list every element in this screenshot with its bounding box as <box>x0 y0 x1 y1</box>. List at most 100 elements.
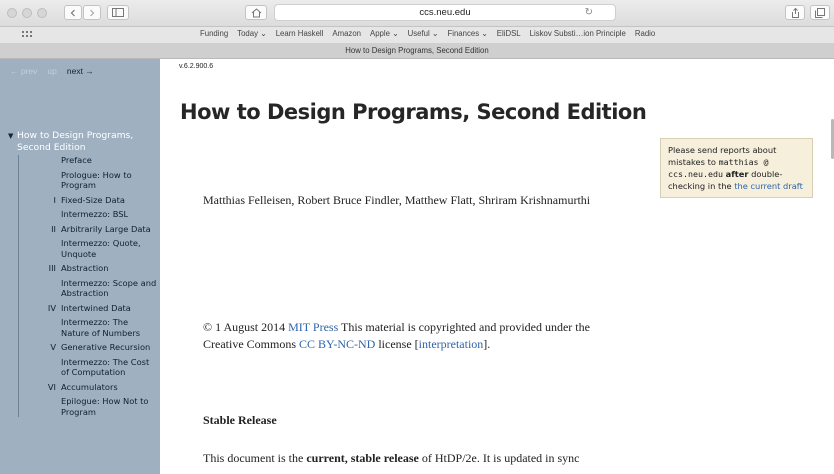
toc-item-abstraction[interactable]: III Abstraction <box>19 263 158 274</box>
browser-toolbar: ccs.neu.edu ↻ <box>0 0 834 27</box>
toc-item-intermezzo-bsl[interactable]: Intermezzo: BSL <box>19 209 158 220</box>
copyright-pre: © 1 August 2014 <box>203 320 289 334</box>
grid-icon[interactable] <box>22 31 32 38</box>
copyright-paragraph: © 1 August 2014 MIT Press This material … <box>203 319 633 353</box>
chevron-right-icon <box>90 9 95 16</box>
version-label: v.6.2.900.6 <box>179 63 214 70</box>
tabs-overview-button[interactable] <box>810 5 830 20</box>
toc-num <box>19 357 61 378</box>
tabs-icon <box>815 7 825 18</box>
fav-liskov[interactable]: Liskov Substi…ion Principle <box>530 29 626 38</box>
nav-prev-link[interactable]: ← prev <box>10 66 37 76</box>
toc-item-intertwined-data[interactable]: IV Intertwined Data <box>19 303 158 314</box>
sidebar-toggle-button[interactable] <box>107 5 129 20</box>
report-notice: Please send reports about mistakes to ma… <box>660 138 813 198</box>
chevron-left-icon <box>70 9 75 16</box>
toc-root-label: How to Design Programs, Second Edition <box>17 130 134 153</box>
browser-window: ccs.neu.edu ↻ Funding Today ⌄ Learn Hask… <box>0 0 834 474</box>
stable-release-heading: Stable Release <box>203 413 277 427</box>
body-pre: This document is the <box>203 451 307 465</box>
mit-press-link[interactable]: MIT Press <box>288 320 338 334</box>
reload-icon[interactable]: ↻ <box>585 7 593 18</box>
toc-label: Intermezzo: BSL <box>61 209 129 219</box>
nav-up-link[interactable]: up <box>47 66 56 76</box>
body-bold: current, stable release <box>306 451 419 465</box>
toc-item-arbitrarily-large-data[interactable]: II Arbitrarily Large Data <box>19 224 158 235</box>
share-button[interactable] <box>785 5 805 20</box>
nav-links: ← prev up next → <box>10 66 94 76</box>
copyright-end: ]. <box>483 337 491 351</box>
toc-item-intermezzo-quote[interactable]: Intermezzo: Quote, Unquote <box>19 238 158 259</box>
fav-radio[interactable]: Radio <box>635 29 655 38</box>
main-content: v.6.2.900.6 How to Design Programs, Seco… <box>160 59 834 474</box>
fav-elidsl[interactable]: EliDSL <box>497 29 521 38</box>
toc-label: Arbitrarily Large Data <box>61 223 151 234</box>
toc-item-intermezzo-scope[interactable]: Intermezzo: Scope and Abstraction <box>19 278 158 299</box>
copyright-post: license [ <box>375 337 419 351</box>
toc-sidebar: ← prev up next → ▼ How to Design Program… <box>0 59 160 474</box>
notice-bold: after <box>725 169 749 179</box>
toc-root[interactable]: ▼ How to Design Programs, Second Edition <box>8 130 158 153</box>
url-text: ccs.neu.edu <box>419 7 471 18</box>
toc-label: Abstraction <box>61 263 109 273</box>
toc-label: Intermezzo: Scope and Abstraction <box>61 277 157 299</box>
fav-amazon[interactable]: Amazon <box>332 29 361 38</box>
zoom-window-button[interactable] <box>37 8 47 18</box>
toc-num <box>19 396 61 417</box>
toc-item-prologue[interactable]: Prologue: How to Program <box>19 170 158 191</box>
body-post: of HtDP/2e. It is updated in sync <box>418 451 580 465</box>
fav-learn-haskell[interactable]: Learn Haskell <box>276 29 324 38</box>
forward-button[interactable] <box>83 5 101 20</box>
body-paragraph: This document is the current, stable rel… <box>203 451 803 466</box>
sidebar-icon <box>112 8 124 17</box>
tab-bar: How to Design Programs, Second Edition <box>0 44 834 59</box>
toc-item-fixed-size-data[interactable]: I Fixed-Size Data <box>19 195 158 206</box>
toc-label: Intermezzo: Quote, Unquote <box>61 238 141 259</box>
toc-item-generative-recursion[interactable]: V Generative Recursion <box>19 342 158 353</box>
toc-num <box>19 238 61 259</box>
toc-num: II <box>51 223 56 234</box>
current-draft-link[interactable]: the current draft <box>734 181 803 191</box>
favorites-list: Funding Today ⌄ Learn Haskell Amazon App… <box>200 29 655 38</box>
toc-num: III <box>48 263 56 273</box>
tab-active[interactable]: How to Design Programs, Second Edition <box>0 46 834 55</box>
minimize-window-button[interactable] <box>22 8 32 18</box>
toc-num <box>19 278 61 299</box>
toc-num <box>19 317 61 338</box>
back-button[interactable] <box>64 5 82 20</box>
authors: Matthias Felleisen, Robert Bruce Findler… <box>203 193 591 207</box>
fav-apple[interactable]: Apple ⌄ <box>370 29 399 38</box>
close-window-button[interactable] <box>7 8 17 18</box>
toc-label: Fixed-Size Data <box>61 194 125 205</box>
home-button[interactable] <box>245 5 267 20</box>
toc-num: I <box>53 194 56 205</box>
toc-item-preface[interactable]: Preface <box>19 155 158 166</box>
toc-num <box>19 155 61 166</box>
toc-label: Prologue: How to Program <box>61 169 132 191</box>
triangle-down-icon: ▼ <box>8 132 14 140</box>
toc-num: V <box>50 342 56 352</box>
fav-finances[interactable]: Finances ⌄ <box>447 29 487 38</box>
toc-item-intermezzo-cost[interactable]: Intermezzo: The Cost of Computation <box>19 357 158 378</box>
toc-item-epilogue[interactable]: Epilogue: How Not to Program <box>19 396 158 417</box>
toc-num <box>19 170 61 191</box>
license-link[interactable]: CC BY-NC-ND <box>299 337 375 351</box>
toc-num <box>19 209 61 220</box>
toc-item-accumulators[interactable]: VI Accumulators <box>19 382 158 393</box>
toc-item-intermezzo-numbers[interactable]: Intermezzo: The Nature of Numbers <box>19 317 158 338</box>
address-bar[interactable]: ccs.neu.edu ↻ <box>274 4 616 21</box>
table-of-contents: ▼ How to Design Programs, Second Edition… <box>8 130 158 421</box>
toc-label: Preface <box>61 155 92 165</box>
share-icon <box>791 7 799 18</box>
toc-label: Intermezzo: The Cost of Computation <box>61 356 150 378</box>
fav-funding[interactable]: Funding <box>200 29 228 38</box>
fav-useful[interactable]: Useful ⌄ <box>408 29 439 38</box>
fav-today[interactable]: Today ⌄ <box>237 29 267 38</box>
nav-next-link[interactable]: next → <box>67 66 94 76</box>
favorites-bar: Funding Today ⌄ Learn Haskell Amazon App… <box>0 27 834 44</box>
toc-label: Intertwined Data <box>61 302 131 313</box>
toc-label: Epilogue: How Not to Program <box>61 396 149 417</box>
toc-num: IV <box>47 302 56 313</box>
interpretation-link[interactable]: interpretation <box>419 337 484 351</box>
toc-label: Accumulators <box>61 381 118 392</box>
